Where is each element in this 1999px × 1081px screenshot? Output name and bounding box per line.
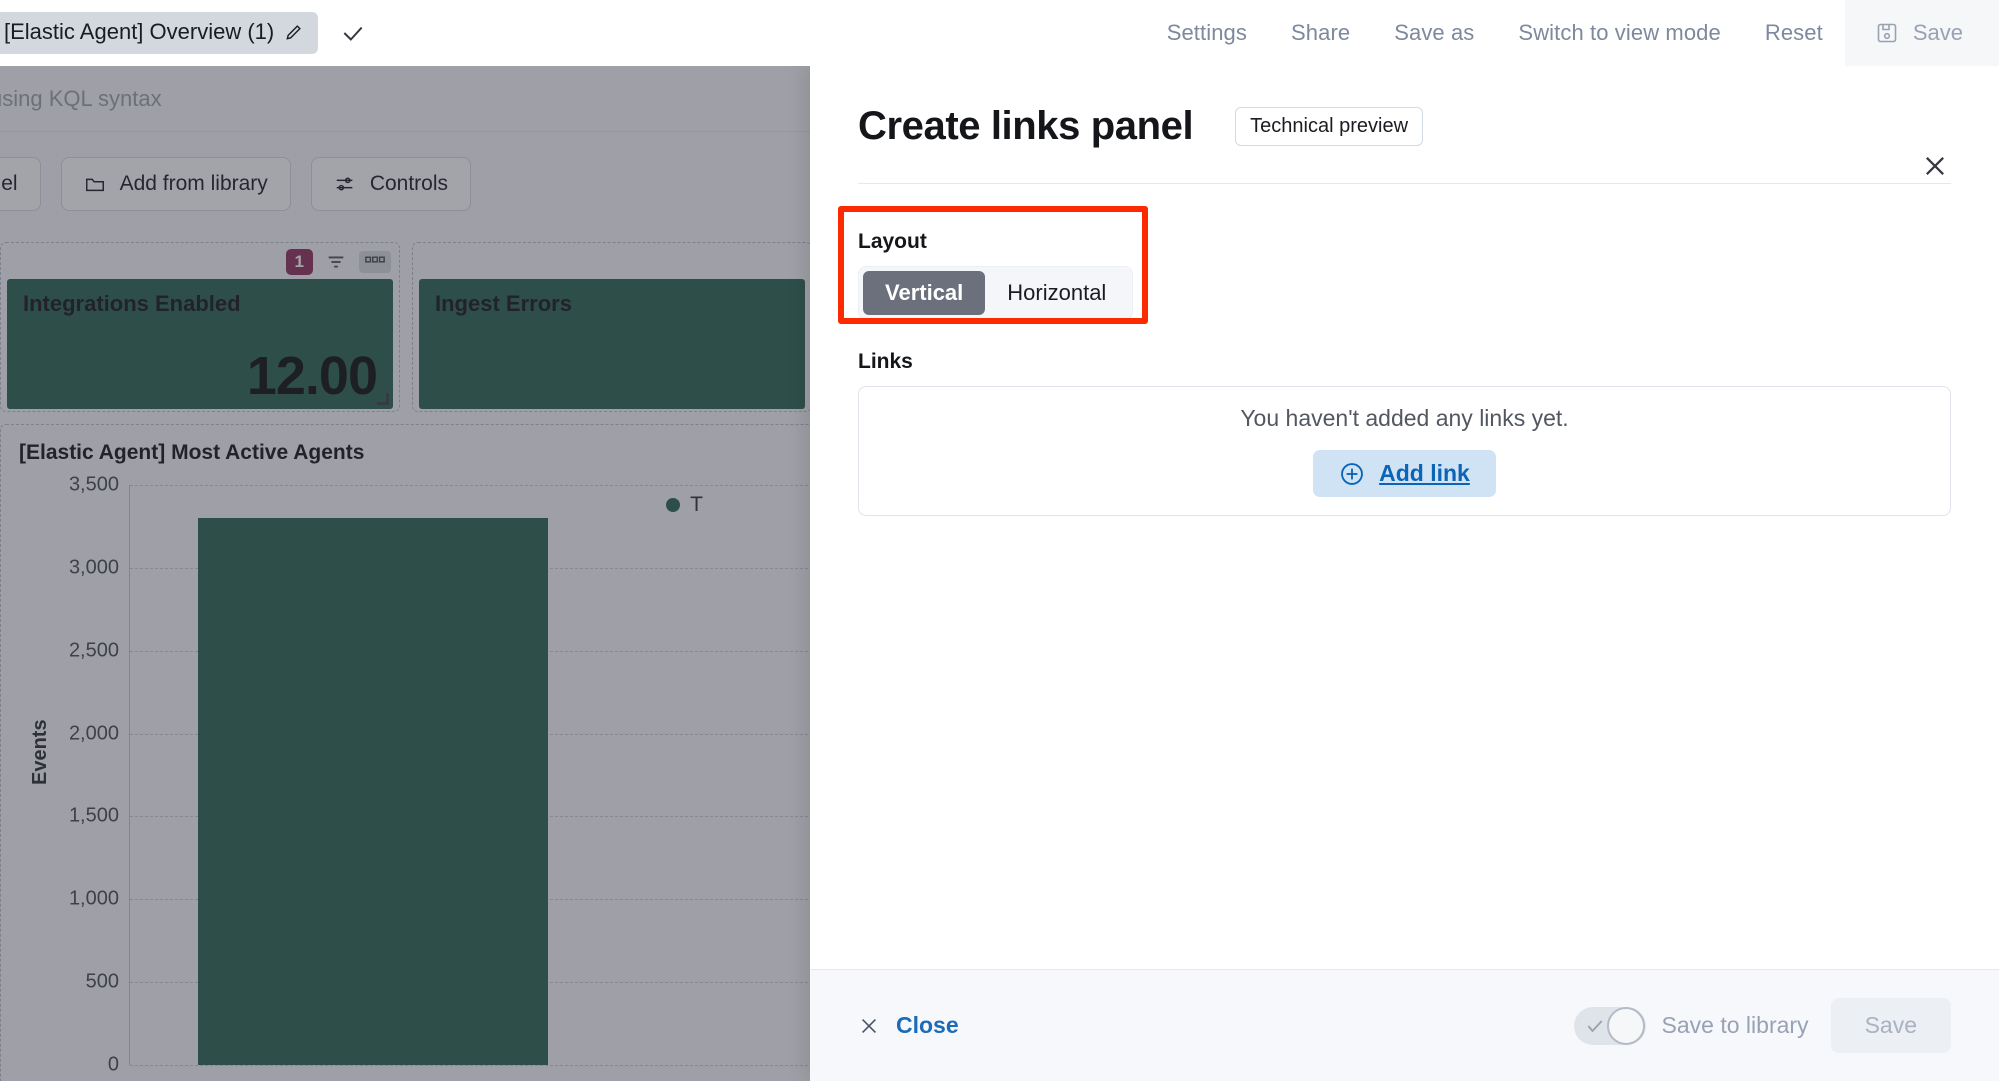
close-icon[interactable] xyxy=(1921,152,1949,180)
page-title: [Elastic Agent] Overview (1) xyxy=(4,19,274,45)
plus-in-circle-icon xyxy=(1339,461,1365,487)
y-tick: 2,500 xyxy=(69,640,119,663)
nav-share[interactable]: Share xyxy=(1269,20,1372,46)
metric-label: Integrations Enabled xyxy=(23,291,377,317)
y-tick: 3,500 xyxy=(69,474,119,497)
dashboard-toolbar: Add panel Add from library xyxy=(0,146,810,222)
nav-reset[interactable]: Reset xyxy=(1743,20,1845,46)
check-icon[interactable] xyxy=(340,20,366,46)
save-to-library-toggle[interactable] xyxy=(1574,1007,1646,1045)
top-toolbar: [Elastic Agent] Overview (1) Settings Sh… xyxy=(0,0,1999,66)
check-icon xyxy=(1585,1016,1605,1036)
query-input-placeholder[interactable]: using KQL syntax xyxy=(0,86,162,112)
y-tick: 2,000 xyxy=(69,723,119,746)
panel-header-controls: 1 xyxy=(286,249,391,275)
layout-label: Layout xyxy=(858,230,1951,254)
add-from-library-label: Add from library xyxy=(120,172,268,196)
add-panel-label: Add panel xyxy=(0,172,18,196)
x-icon xyxy=(858,1015,880,1037)
query-bar[interactable]: using KQL syntax xyxy=(0,66,810,132)
links-empty-message: You haven't added any links yet. xyxy=(1240,405,1568,432)
metric-value: 12.00 xyxy=(247,345,377,407)
close-button[interactable]: Close xyxy=(858,1012,959,1039)
save-to-library-control[interactable]: Save to library xyxy=(1574,1007,1809,1045)
close-button-label: Close xyxy=(896,1012,959,1039)
flyout-body: Layout Vertical Horizontal Links You hav… xyxy=(810,184,1999,969)
flyout-header: Create links panel Technical preview xyxy=(810,66,1999,184)
pencil-icon[interactable] xyxy=(284,22,304,42)
panel-most-active-agents[interactable]: [Elastic Agent] Most Active Agents T Eve… xyxy=(0,424,860,1081)
save-button[interactable]: Save xyxy=(1845,0,1999,66)
gridline xyxy=(130,485,853,486)
y-tick: 1,500 xyxy=(69,805,119,828)
layout-option-vertical[interactable]: Vertical xyxy=(863,271,985,315)
flyout-title: Create links panel xyxy=(858,104,1193,149)
nav-save-as[interactable]: Save as xyxy=(1372,20,1496,46)
technical-preview-badge: Technical preview xyxy=(1235,107,1423,146)
add-link-label: Add link xyxy=(1379,460,1470,487)
toggle-knob xyxy=(1607,1007,1645,1045)
flyout-title-row: Create links panel Technical preview xyxy=(858,104,1951,149)
links-form-row: Links You haven't added any links yet. A… xyxy=(858,350,1951,516)
y-tick: 3,000 xyxy=(69,557,119,580)
y-tick: 500 xyxy=(86,971,119,994)
metric-body-integrations: Integrations Enabled 12.00 xyxy=(7,279,393,409)
layout-button-group: Vertical Horizontal xyxy=(858,266,1133,320)
y-axis-ticks: 0 500 1,000 1,500 2,000 2,500 3,000 3,50… xyxy=(57,485,119,1065)
chart-panel-title: [Elastic Agent] Most Active Agents xyxy=(7,431,853,465)
ellipsis-icon[interactable] xyxy=(359,251,391,273)
bar-series-0[interactable] xyxy=(198,518,548,1065)
folder-icon xyxy=(84,173,106,195)
panel-integrations-enabled[interactable]: 1 xyxy=(0,242,400,412)
save-button-label: Save xyxy=(1913,20,1963,46)
controls-label: Controls xyxy=(370,172,448,196)
y-tick: 1,000 xyxy=(69,888,119,911)
add-panel-button[interactable]: Add panel xyxy=(0,157,41,211)
add-link-button[interactable]: Add link xyxy=(1313,450,1496,497)
flyout-save-button[interactable]: Save xyxy=(1831,998,1951,1053)
layout-form-row: Layout Vertical Horizontal xyxy=(858,230,1951,320)
links-empty-state: You haven't added any links yet. Add lin… xyxy=(858,386,1951,516)
nav-settings[interactable]: Settings xyxy=(1145,20,1269,46)
y-tick: 0 xyxy=(108,1054,119,1077)
bar-chart: T Events 0 500 1,000 1,500 2,000 2,500 3… xyxy=(7,485,853,1081)
resize-handle-icon[interactable] xyxy=(377,393,389,405)
add-from-library-button[interactable]: Add from library xyxy=(61,157,291,211)
nav-switch-to-view-mode[interactable]: Switch to view mode xyxy=(1496,20,1742,46)
create-links-panel-flyout: Create links panel Technical preview Lay… xyxy=(810,66,1999,1081)
screen-root: [Elastic Agent] Overview (1) Settings Sh… xyxy=(0,0,1999,1081)
save-to-library-label: Save to library xyxy=(1662,1012,1809,1039)
panel-ingest-errors[interactable]: Ingest Errors xyxy=(412,242,812,412)
controls-button[interactable]: Controls xyxy=(311,157,471,211)
top-nav: Settings Share Save as Switch to view mo… xyxy=(1145,20,1845,46)
metric-body-ingest-errors: Ingest Errors xyxy=(419,279,805,409)
floppy-disk-icon xyxy=(1875,21,1899,45)
y-axis-title: Events xyxy=(29,719,52,785)
panel-grid: 1 xyxy=(0,242,860,1081)
dashboard-title-chip[interactable]: [Elastic Agent] Overview (1) xyxy=(0,12,318,54)
sliders-icon xyxy=(334,173,356,195)
flyout-footer: Close Save to library Save xyxy=(810,969,1999,1081)
gridline xyxy=(130,1065,853,1066)
metric-label: Ingest Errors xyxy=(435,291,789,317)
metric-panel-row: 1 xyxy=(0,242,860,412)
layout-option-horizontal[interactable]: Horizontal xyxy=(985,271,1128,315)
plot-area xyxy=(129,485,853,1065)
panel-filter-badge[interactable]: 1 xyxy=(286,249,313,275)
links-label: Links xyxy=(858,350,1951,374)
filter-icon[interactable] xyxy=(325,251,347,273)
